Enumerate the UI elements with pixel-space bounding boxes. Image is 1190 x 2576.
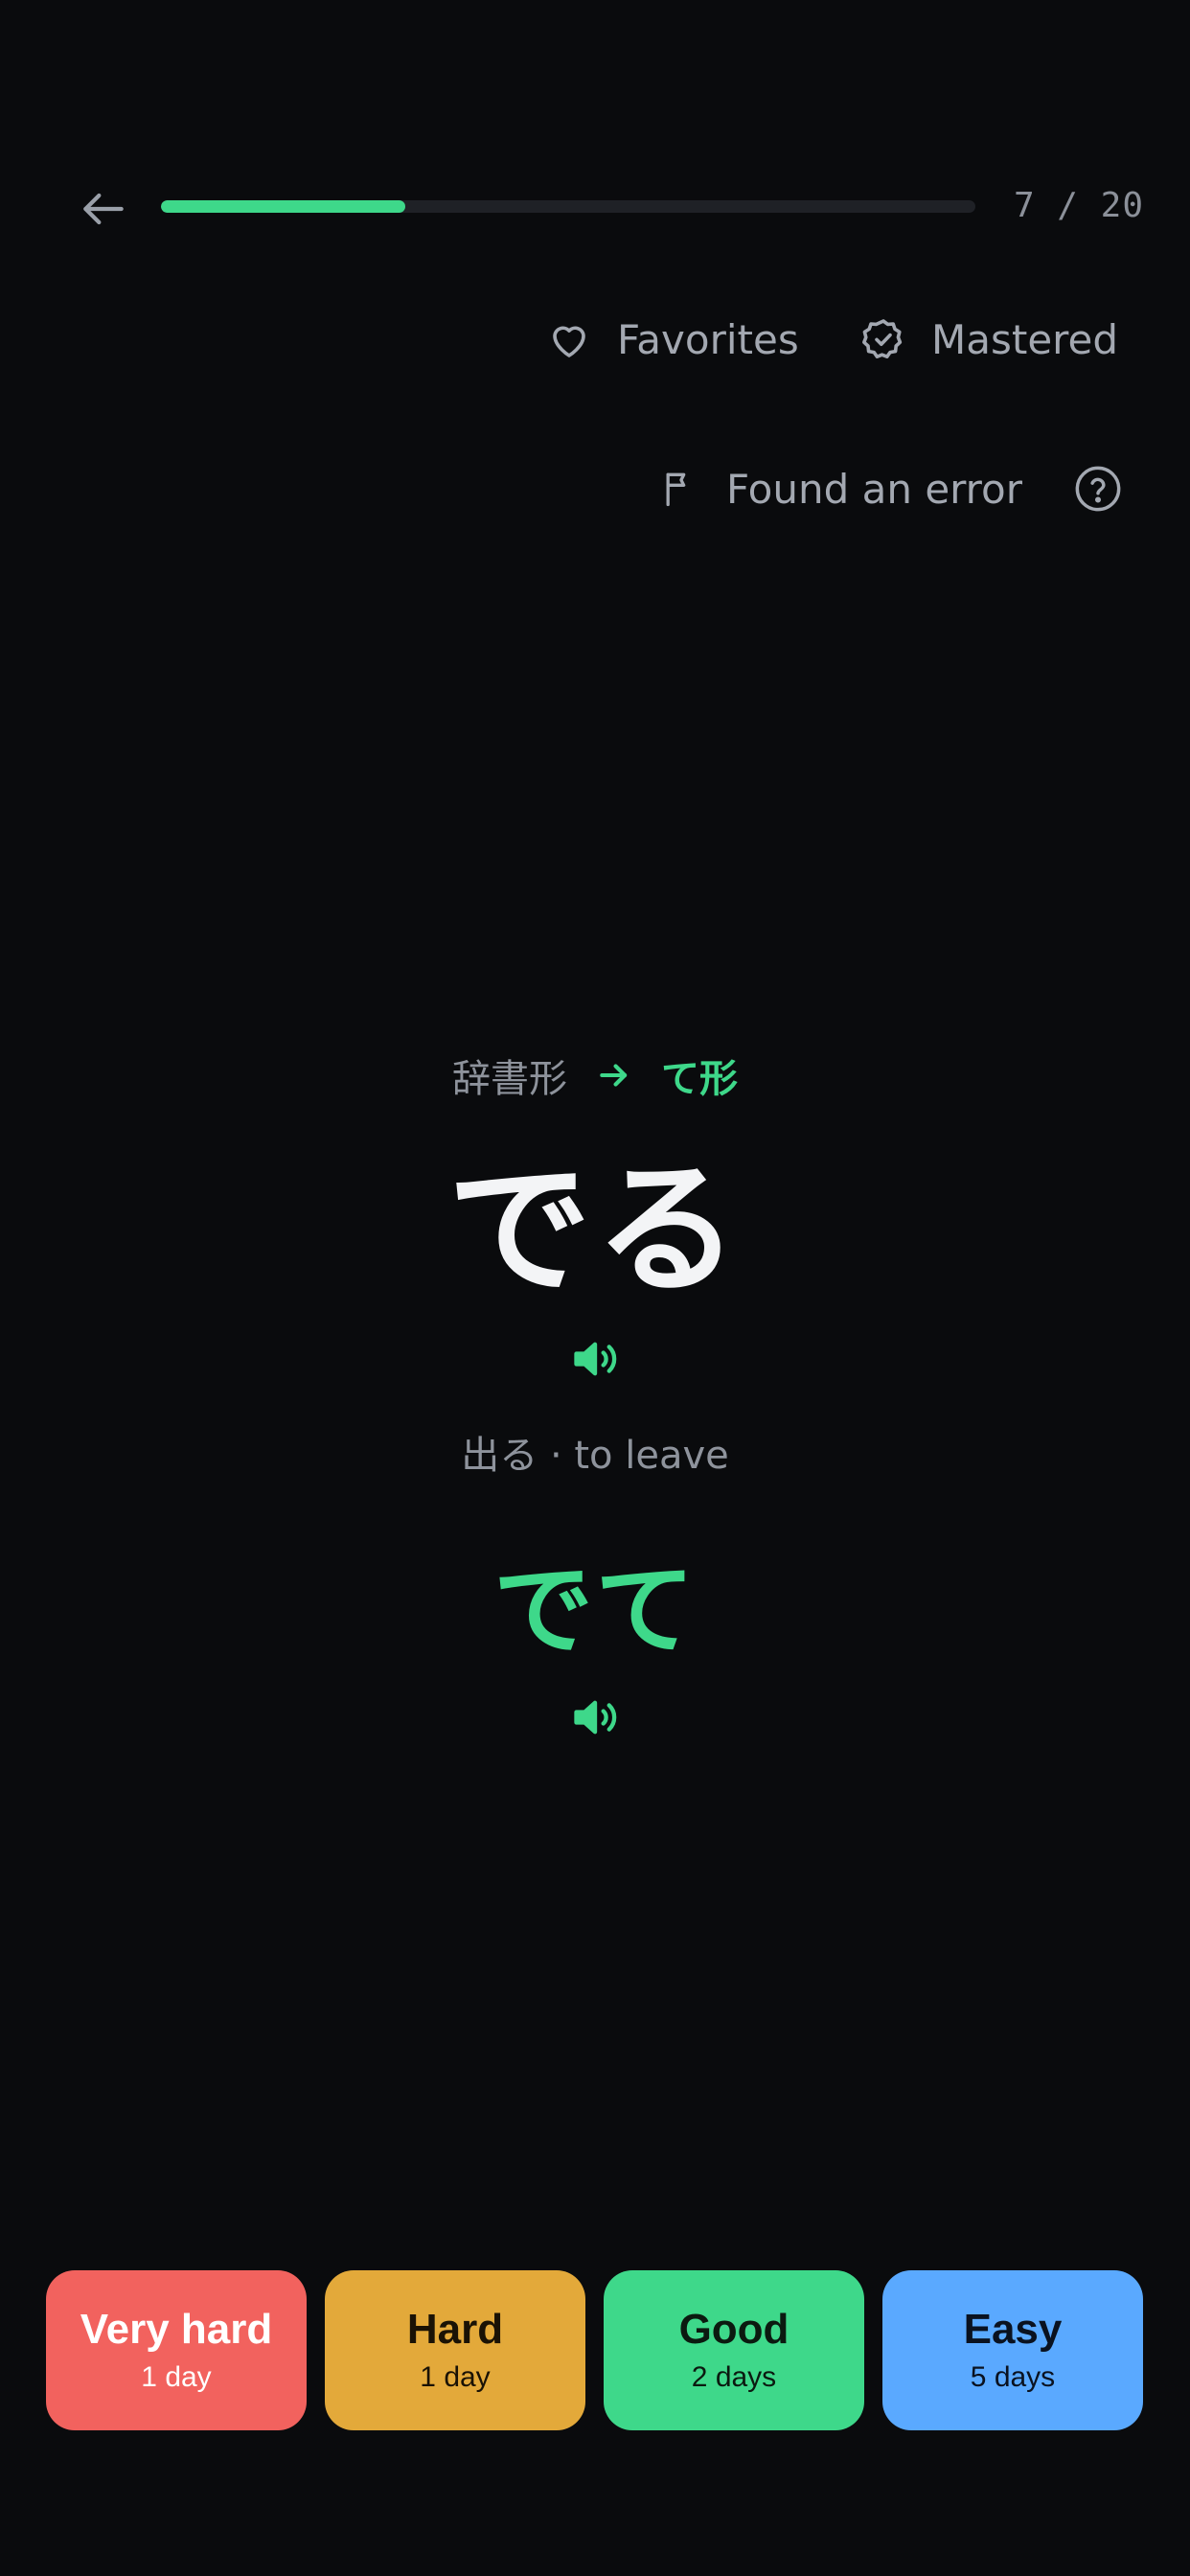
rate-easy-button[interactable]: Easy 5 days (882, 2270, 1143, 2430)
speaker-icon (574, 1700, 617, 1735)
rate-label: Hard (406, 2305, 504, 2353)
progress-counter: 7 / 20 (1013, 186, 1144, 225)
rate-label: Very hard (80, 2305, 273, 2353)
mastered-label: Mastered (931, 315, 1119, 363)
play-answer-audio-button[interactable] (566, 1689, 624, 1746)
rate-interval: 2 days (691, 2360, 777, 2393)
speaker-icon (574, 1342, 617, 1376)
rate-interval: 1 day (420, 2360, 491, 2393)
question-word: でる (446, 1144, 743, 1314)
progress-bar (161, 200, 975, 213)
rate-interval: 1 day (141, 2360, 212, 2393)
rate-good-button[interactable]: Good 2 days (604, 2270, 864, 2430)
rate-label: Easy (963, 2305, 1063, 2353)
arrow-right-icon (600, 1064, 628, 1087)
rate-very-hard-button[interactable]: Very hard 1 day (46, 2270, 307, 2430)
favorites-button[interactable]: Favorites (546, 309, 799, 370)
play-word-audio-button[interactable] (566, 1330, 624, 1388)
help-button[interactable] (1073, 464, 1123, 514)
question-circle-icon (1075, 466, 1121, 512)
rate-label: Good (678, 2305, 790, 2353)
conjugation-form-row: 辞書形 て形 (0, 1046, 1190, 1104)
mastered-button[interactable]: Mastered (860, 309, 1118, 370)
source-form-label: 辞書形 (452, 1057, 567, 1101)
heart-icon (553, 326, 585, 357)
rate-hard-button[interactable]: Hard 1 day (325, 2270, 585, 2430)
target-form-label: て形 (661, 1057, 738, 1101)
answer-word: でて (492, 1550, 697, 1668)
back-button[interactable] (67, 172, 140, 245)
arrow-left-icon (83, 193, 124, 225)
word-meaning: 出る · to leave (461, 1434, 729, 1478)
rate-interval: 5 days (970, 2360, 1056, 2393)
favorites-label: Favorites (617, 315, 799, 363)
report-error-button[interactable]: Found an error (659, 458, 1022, 519)
flag-icon (666, 472, 686, 507)
badge-check-icon (862, 319, 903, 358)
report-error-label: Found an error (726, 465, 1022, 513)
progress-bar-fill (161, 200, 405, 213)
